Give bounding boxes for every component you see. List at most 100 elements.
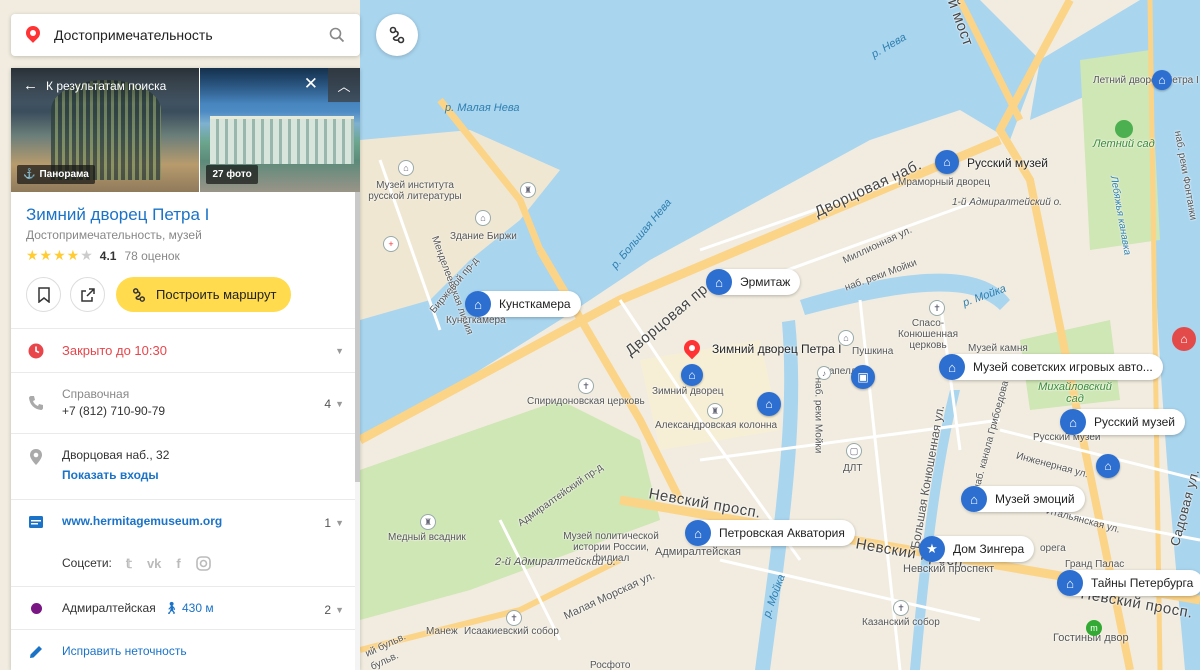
place-card: ← К результатам поиска ⚓ Панорама ✕ ︿ 27… [11, 68, 360, 670]
panorama-tag[interactable]: ⚓ Панорама [17, 165, 95, 184]
museum-icon: ⌂ [706, 269, 732, 295]
poi-emotions[interactable]: ⌂ Музей эмоций [961, 486, 1085, 512]
museum-icon: ⌂ [1060, 409, 1086, 435]
location-pin-icon [28, 448, 44, 471]
monument-icon[interactable]: ♜ [707, 403, 723, 419]
build-route-button[interactable]: Построить маршрут [116, 277, 292, 312]
poi-kunstkamera-label: Кунсткамера [499, 297, 571, 311]
poi-singer[interactable]: ★ Дом Зингера [919, 536, 1035, 562]
share-button[interactable] [70, 277, 105, 312]
music-icon[interactable]: ♪ [817, 366, 831, 380]
arrow-left-icon: ← [23, 77, 38, 94]
address-text: Дворцовая наб., 32 [62, 448, 170, 462]
rating-count[interactable]: 78 оценок [124, 249, 179, 263]
poi-russian-museum-1[interactable]: Русский музей [935, 150, 1058, 176]
church-icon[interactable]: ✝ [578, 378, 594, 394]
selected-location-marker-icon[interactable] [680, 336, 704, 368]
panorama-photo[interactable]: ← К результатам поиска ⚓ Панорама [11, 68, 200, 192]
photos-count-tag[interactable]: 27 фото [206, 165, 258, 184]
metro-label-nevsky-prospekt: Невский проспект [903, 563, 995, 575]
metro-count: 2 [324, 603, 332, 617]
museum-icon[interactable]: ⌂ [1172, 327, 1196, 351]
search-bar[interactable]: Достопримечательность [11, 14, 360, 56]
museum-icon[interactable]: ⌂ [475, 210, 491, 226]
poi-singer-label: Дом Зингера [953, 542, 1025, 556]
back-to-results-label: К результатам поиска [46, 78, 167, 93]
scrollbar-thumb[interactable] [355, 192, 360, 482]
metro-icon[interactable]: m [1086, 620, 1102, 636]
poi-label-kazansky: Казанский собор [862, 617, 940, 628]
medical-icon[interactable]: + [383, 236, 399, 252]
metro-row[interactable]: Адмиралтейская 🚶︎ 430 м 2 ▼ [11, 586, 360, 629]
shop-icon[interactable]: ▢ [846, 443, 862, 459]
poi-label-medny: Медный всадник [388, 532, 466, 543]
poi-label-grand-palas: Гранд Палас [1065, 559, 1125, 570]
chevron-down-icon[interactable]: ▼ [335, 346, 344, 356]
poi-label-dlt: ДЛТ [843, 463, 863, 474]
facebook-icon[interactable]: f [176, 556, 180, 574]
monument-icon[interactable]: ♜ [420, 514, 436, 530]
chevron-down-icon[interactable]: ▼ [335, 605, 344, 615]
show-entrances-link[interactable]: Показать входы [62, 468, 159, 482]
poi-label-pushkina: Пушкина [852, 346, 894, 357]
tree-icon[interactable] [1115, 120, 1133, 138]
museum-icon[interactable]: ▣ [851, 365, 875, 389]
poi-secrets[interactable]: ⌂ Тайны Петербурга [1057, 570, 1200, 596]
website-row[interactable]: www.hermitagemuseum.org 1 ▼ [11, 499, 360, 542]
share-icon [80, 287, 95, 302]
bookmark-button[interactable] [26, 277, 61, 312]
location-pin-icon [26, 26, 40, 44]
place-title[interactable]: Зимний дворец Петра I [26, 204, 344, 226]
chevron-up-icon[interactable]: ︿ [328, 68, 360, 102]
route-icon [132, 287, 146, 302]
walking-icon: 🚶︎ [163, 601, 179, 615]
church-icon[interactable]: ✝ [506, 610, 522, 626]
routes-button[interactable] [376, 14, 418, 56]
search-icon[interactable] [322, 20, 352, 50]
poi-soviet-games[interactable]: ⌂ Музей советских игровых авто... [939, 354, 1163, 380]
church-icon[interactable]: ✝ [893, 600, 909, 616]
church-icon[interactable]: ✝ [929, 300, 945, 316]
website-link[interactable]: www.hermitagemuseum.org [62, 514, 222, 528]
poi-emotions-label: Музей эмоций [995, 492, 1075, 506]
fix-inaccuracy-link[interactable]: Исправить неточность [62, 644, 187, 658]
chevron-down-icon[interactable]: ▼ [335, 399, 344, 409]
palace-photo[interactable]: ✕ ︿ 27 фото [200, 68, 360, 192]
poi-hermitage-label: Эрмитаж [740, 275, 791, 289]
poi-label-manezh: Манеж [426, 626, 458, 637]
museum-icon[interactable]: ⌂ [757, 392, 781, 416]
star-rating-icon: ★★★★★ [26, 247, 94, 263]
poi-russian-museum-2[interactable]: ⌂ Русский музей [1060, 409, 1185, 435]
back-to-results-link[interactable]: ← К результатам поиска [23, 77, 166, 94]
poi-label-zimniy-dvorets: Зимний дворец [652, 386, 724, 397]
rating[interactable]: ★★★★★ 4.1 78 оценок [26, 247, 344, 264]
poi-petrovskaya[interactable]: ⌂ Петровская Акватория [685, 520, 855, 546]
phone-number[interactable]: +7 (812) 710-90-79 [62, 404, 165, 418]
info-rows: Закрыто до 10:30 ▼ Справочная +7 (812) 7… [11, 328, 360, 670]
museum-icon[interactable]: ⌂ [1096, 454, 1120, 478]
area-label-adm-island-1: 1-й Адмиралтейский о. [952, 197, 1062, 208]
twitter-icon[interactable]: 𝕥 [126, 556, 132, 574]
poi-label-mramorny: Мраморный дворец [898, 177, 990, 188]
phone-icon [28, 395, 44, 416]
search-input[interactable]: Достопримечательность [54, 27, 322, 43]
phone-row[interactable]: Справочная +7 (812) 710-90-79 4 ▼ [11, 372, 360, 433]
hours-row[interactable]: Закрыто до 10:30 ▼ [11, 328, 360, 372]
card-scrollbar[interactable] [355, 192, 360, 670]
museum-icon: ⌂ [1057, 570, 1083, 596]
metro-walk: 🚶︎ 430 м [164, 601, 214, 615]
fix-row[interactable]: Исправить неточность [11, 629, 360, 670]
museum-icon[interactable]: ⌂ [1152, 70, 1172, 90]
metro-line-icon [31, 603, 42, 614]
museum-icon[interactable]: ⌂ [398, 160, 414, 176]
poi-kunstkamera[interactable]: ⌂ Кунсткамера [465, 291, 581, 317]
instagram-icon[interactable] [195, 556, 211, 574]
rating-value: 4.1 [99, 248, 117, 263]
vk-icon[interactable]: vk [147, 556, 161, 574]
chevron-down-icon[interactable]: ▼ [335, 518, 344, 528]
photo-strip[interactable]: ← К результатам поиска ⚓ Панорама ✕ ︿ 27… [11, 68, 360, 192]
poi-hermitage[interactable]: ⌂ Эрмитаж [706, 269, 801, 295]
monument-icon[interactable]: ♜ [520, 182, 536, 198]
address-row[interactable]: Дворцовая наб., 32 Показать входы [11, 433, 360, 499]
close-icon[interactable]: ✕ [304, 74, 318, 94]
